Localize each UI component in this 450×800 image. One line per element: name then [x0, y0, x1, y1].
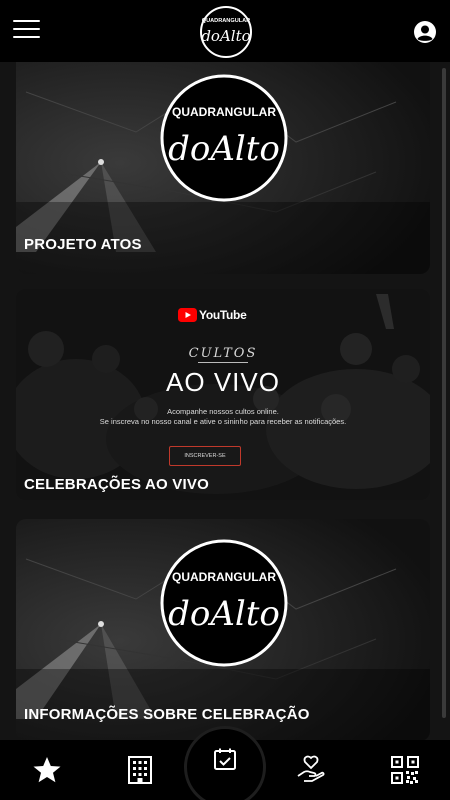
hamburger-menu-icon[interactable]: [13, 20, 40, 42]
calendar-check-icon: [214, 748, 236, 770]
youtube-label: YouTube: [199, 308, 247, 322]
logo-script-text: doAlto: [201, 27, 250, 45]
description-line-1: Acompanhe nossos cultos online.: [167, 407, 279, 416]
card-projeto-atos[interactable]: QUADRANGULAR doAlto PROJETO ATOS: [16, 62, 430, 274]
card-celebracoes-ao-vivo[interactable]: YouTube CULTOS AO VIVO Acompanhe nossos …: [16, 289, 430, 500]
content-feed[interactable]: QUADRANGULAR doAlto PROJETO ATOS YouTube…: [0, 62, 450, 740]
calendar-nav-button[interactable]: [184, 726, 266, 800]
logo-top-text: QUADRANGULAR: [172, 105, 276, 119]
youtube-logo: YouTube: [178, 308, 247, 322]
card-informacoes-celebracao[interactable]: QUADRANGULAR doAlto INFORMAÇÕES SOBRE CE…: [16, 519, 430, 740]
scrollbar[interactable]: [442, 68, 446, 718]
card-title: CELEBRAÇÕES AO VIVO: [24, 476, 209, 493]
user-account-icon[interactable]: [413, 20, 437, 44]
logo-top-text: QUADRANGULAR: [172, 570, 276, 584]
youtube-play-icon: [178, 308, 197, 322]
logo-script-text: doAlto: [168, 129, 280, 169]
logo-top-text: QUADRANGULAR: [202, 18, 250, 24]
quadrangular-logo: QUADRANGULAR doAlto: [160, 539, 288, 667]
app-logo[interactable]: QUADRANGULAR doAlto: [199, 5, 253, 59]
card-title: PROJETO ATOS: [24, 236, 142, 253]
divider: [198, 362, 248, 363]
star-icon[interactable]: [31, 754, 63, 786]
description-line-2: Se inscreva no nosso canal e ative o sin…: [99, 417, 347, 426]
cultos-label: CULTOS: [188, 346, 258, 361]
qr-code-icon[interactable]: [389, 754, 421, 786]
ao-vivo-heading: AO VIVO: [166, 367, 280, 397]
building-icon[interactable]: [124, 754, 156, 786]
bottom-navigation: [0, 726, 450, 800]
top-app-bar: QUADRANGULAR doAlto: [0, 0, 450, 62]
card-title: INFORMAÇÕES SOBRE CELEBRAÇÃO: [24, 706, 310, 723]
subscribe-button[interactable]: INSCREVER-SE: [169, 446, 241, 466]
quadrangular-logo: QUADRANGULAR doAlto: [160, 74, 288, 202]
hand-heart-icon[interactable]: [295, 754, 327, 786]
logo-script-text: doAlto: [168, 594, 280, 634]
